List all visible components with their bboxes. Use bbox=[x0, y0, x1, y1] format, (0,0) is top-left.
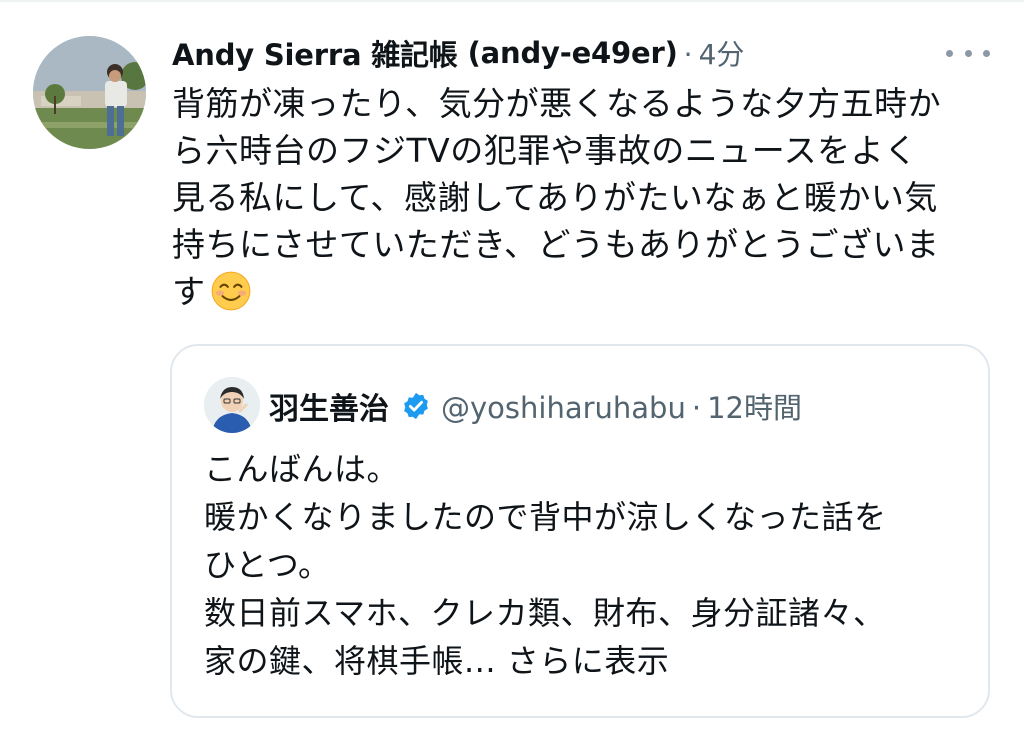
show-more-link[interactable]: さらに表示 bbox=[507, 642, 670, 680]
user-handle[interactable]: (andy-e49er) bbox=[468, 36, 678, 70]
more-options-icon[interactable] bbox=[946, 38, 990, 68]
display-name[interactable]: Andy Sierra 雑記帳 bbox=[172, 32, 458, 74]
tweet-text: 背筋が凍ったり、気分が悪くなるような夕方五時か ら六時台のフジTVの犯罪や事故の… bbox=[172, 80, 1002, 315]
quoted-tweet-card[interactable]: 羽生善治 @yoshiharuhabu · 12時間 こんばんは。 暖かくなりました… bbox=[170, 344, 990, 718]
tweet-text-line-last: す bbox=[172, 268, 1002, 315]
smiling-face-icon bbox=[211, 271, 250, 310]
quoted-handle-meta: @yoshiharuhabu · 12時間 bbox=[441, 385, 802, 427]
tweet-time[interactable]: 4分 bbox=[699, 38, 745, 71]
separator: · bbox=[683, 38, 693, 71]
quoted-user-handle[interactable]: @yoshiharuhabu bbox=[441, 391, 686, 425]
quoted-text-line: こんばんは。 bbox=[204, 450, 400, 488]
quoted-text-line: 暖かくなりましたので背中が涼しくなった話を bbox=[204, 498, 887, 536]
top-divider bbox=[0, 0, 1024, 2]
quoted-user-avatar[interactable] bbox=[204, 377, 260, 433]
quoted-text-line: 家の鍵、将棋手帳... bbox=[204, 642, 497, 680]
quoted-tweet-time[interactable]: 12時間 bbox=[707, 391, 802, 425]
quoted-display-name[interactable]: 羽生善治 bbox=[269, 384, 389, 428]
quoted-text-line: ひとつ。 bbox=[204, 546, 331, 584]
tweet-header: Andy Sierra 雑記帳 (andy-e49er) · 4分 bbox=[172, 30, 982, 76]
tweet-text-line: 背筋が凍ったり、気分が悪くなるような夕方五時か bbox=[172, 84, 942, 123]
quoted-text-line: 数日前スマホ、クレカ類、財布、身分証諸々、 bbox=[204, 594, 886, 632]
quoted-tweet-text: こんばんは。 暖かくなりましたので背中が涼しくなった話を ひとつ。 数日前スマホ… bbox=[204, 445, 974, 685]
user-avatar[interactable] bbox=[33, 36, 146, 149]
quoted-tweet-header: 羽生善治 @yoshiharuhabu · 12時間 bbox=[269, 382, 802, 430]
tweet-meta: · 4分 bbox=[682, 33, 745, 73]
separator: · bbox=[691, 391, 702, 425]
tweet-text-line: ら六時台のフジTVの犯罪や事故のニュースをよく bbox=[172, 131, 918, 170]
quoted-text-line-last: 家の鍵、将棋手帳... さらに表示 bbox=[204, 637, 974, 685]
tweet-text-line: す bbox=[172, 272, 206, 311]
tweet-text-line: 持ちにさせていただき、どうもありがとうございま bbox=[172, 225, 940, 264]
tweet-text-line: 見る私にして、感謝してありがたいなぁと暖かい気 bbox=[172, 178, 938, 217]
verified-badge-icon bbox=[404, 392, 428, 420]
